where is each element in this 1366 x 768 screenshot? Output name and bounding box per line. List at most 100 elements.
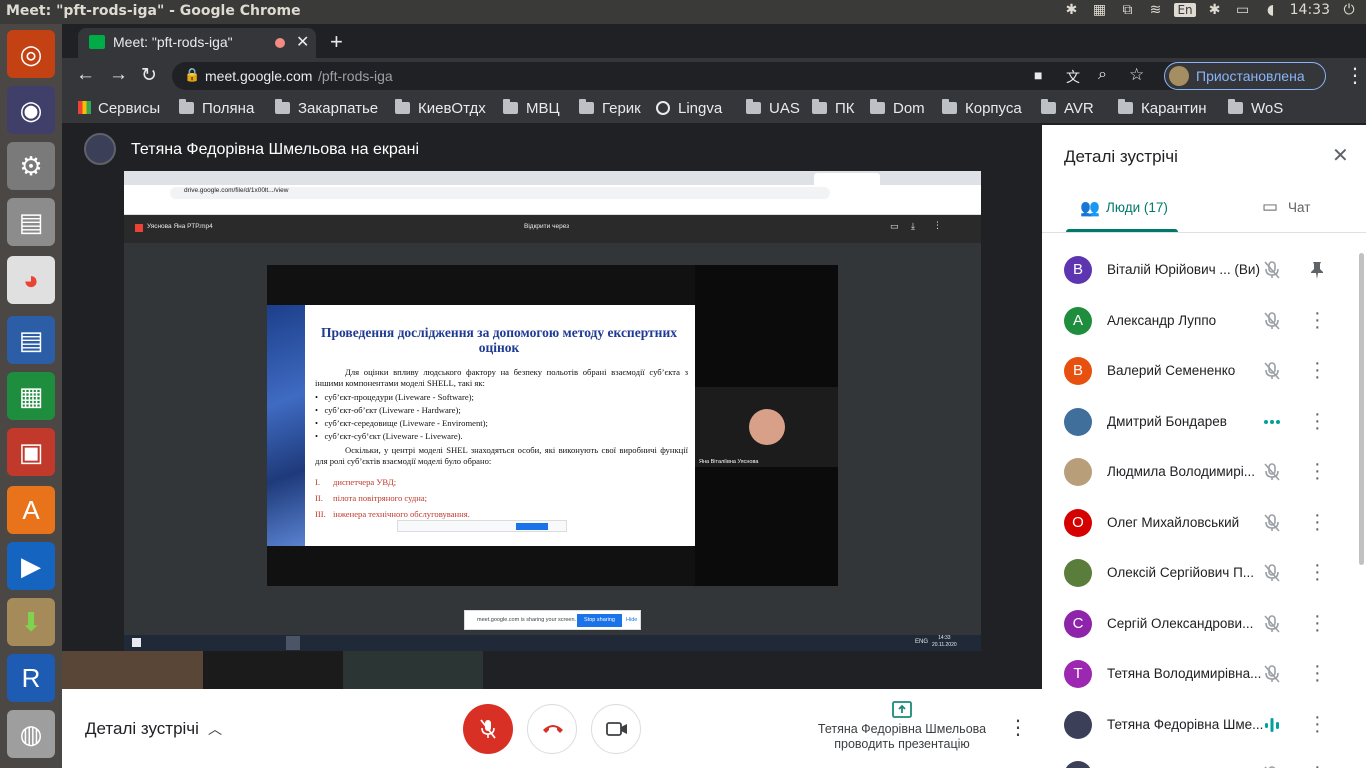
forward-icon[interactable]: → — [109, 64, 128, 86]
bookmark-item[interactable]: Dom — [870, 99, 925, 117]
keyboard-layout-indicator[interactable]: En — [1174, 3, 1196, 17]
more-icon: ⋮ — [933, 220, 942, 230]
participant-row[interactable]: В Віталій Юрійович ... (Ви) — [1064, 251, 1354, 291]
people-list-scrollbar[interactable] — [1359, 253, 1364, 565]
bookmark-item[interactable]: Lingva — [656, 100, 722, 117]
drive-viewer: Уяснова Яна РТР.mp4 Відкрити через ▭ ⤓ ⋮… — [124, 215, 981, 635]
participant-row[interactable]: Людмила Володимирі... · · · — [1064, 453, 1354, 493]
bluetooth-status-icon[interactable]: ✱ — [1206, 2, 1224, 18]
ubuntu-launcher: ◎ ◉ ⚙ ▤ ◕ ▤ ▦ ▣ A ▶ ⬇ R ◍ — [0, 24, 62, 768]
participant-more-icon[interactable]: ··· — [1314, 757, 1321, 768]
profile-button[interactable]: Приостановлена — [1164, 62, 1326, 90]
bookmark-item[interactable]: МВЦ — [503, 99, 560, 117]
presentation-status[interactable]: Тетяна Федорівна Шмельова проводить през… — [802, 697, 1002, 757]
participant-row[interactable]: С Сергій Олександрови... · · · — [1064, 605, 1354, 645]
slide-bullet-list: • суб’єкт-процедури (Liveware - Software… — [315, 391, 688, 443]
more-options-icon[interactable]: ⋮ — [1008, 715, 1028, 740]
close-panel-icon[interactable]: ✕ — [1332, 143, 1349, 168]
participant-row[interactable]: Тетяна Федорівна Шме... ··· — [1064, 706, 1354, 746]
bookmark-item[interactable]: Закарпатье — [275, 99, 378, 117]
zoom-icon[interactable]: ⌕ — [1098, 66, 1107, 84]
writer-icon[interactable]: ▤ — [7, 316, 55, 364]
microphone-toggle-button[interactable] — [463, 704, 513, 754]
power-icon[interactable]: ⏻ — [1340, 2, 1358, 18]
participant-more-icon[interactable]: ··· — [1314, 555, 1321, 589]
back-icon[interactable]: ← — [76, 64, 95, 86]
bookmark-item[interactable]: Карантин — [1118, 99, 1207, 117]
participant-row[interactable]: О Олег Михайловський · · · — [1064, 504, 1354, 544]
video-file-title: Уяснова Яна РТР.mp4 — [147, 223, 213, 230]
pin-icon[interactable] — [1310, 261, 1324, 283]
chrome-icon[interactable]: ◕ — [7, 256, 55, 304]
software-center-icon[interactable]: A — [7, 486, 55, 534]
archive-icon[interactable]: ⬇ — [7, 598, 55, 646]
bluetooth-icon[interactable]: ✱ — [1062, 2, 1080, 18]
participant-row[interactable]: А Александр Луппо · · · — [1064, 302, 1354, 342]
new-tab-icon[interactable]: + — [330, 29, 343, 55]
participant-more-icon[interactable]: ··· — [1314, 353, 1321, 387]
participant-more-icon[interactable]: ··· — [1314, 303, 1321, 337]
bookmark-item[interactable]: Корпуса — [942, 99, 1022, 117]
mic-muted-icon — [1262, 311, 1282, 331]
video-player-icon[interactable]: ▶ — [7, 542, 55, 590]
impress-icon[interactable]: ▣ — [7, 428, 55, 476]
participant-more-icon[interactable]: ··· — [1314, 707, 1321, 741]
lock-icon[interactable]: 🔒 — [184, 67, 200, 83]
participant-more-icon[interactable]: ··· — [1314, 606, 1321, 640]
camera-icon[interactable]: ■ — [1034, 67, 1042, 83]
firefox-icon[interactable]: ◉ — [7, 86, 55, 134]
tab-chat[interactable]: ▭ Чат — [1258, 187, 1348, 233]
workspaces-icon[interactable]: ▦ — [1090, 2, 1108, 18]
meeting-controls-bar: Деталі зустрічі ︿ Тетяна Федорівна Шмель… — [62, 689, 1042, 768]
r-icon[interactable]: R — [7, 654, 55, 702]
tab-meet[interactable]: Meet: "pft-rods-iga" ✕ — [78, 28, 316, 58]
bookmark-item[interactable]: Поляна — [179, 99, 254, 117]
participant-more-icon[interactable]: ··· — [1314, 656, 1321, 690]
open-with-button: Відкрити через — [524, 223, 570, 230]
clock[interactable]: 14:33 — [1290, 2, 1330, 18]
mic-muted-icon — [1262, 664, 1282, 684]
reload-icon[interactable]: ↻ — [141, 64, 157, 87]
bookmark-star-icon[interactable]: ☆ — [1129, 65, 1144, 85]
bookmark-item[interactable]: AVR — [1041, 99, 1094, 117]
volume-icon[interactable]: ◖ — [1262, 2, 1280, 18]
tab-people[interactable]: 👥 Люди (17) — [1066, 187, 1201, 233]
participant-more-icon[interactable]: ··· — [1314, 505, 1321, 539]
folder-icon — [395, 99, 410, 114]
ubuntu-home-icon[interactable]: ◎ — [7, 30, 55, 78]
slide-paragraph-1: Для оцінки впливу людського фактору на б… — [315, 367, 688, 388]
camera-toggle-button[interactable] — [591, 704, 641, 754]
participant-row[interactable]: В Валерий Семененко · · · — [1064, 352, 1354, 392]
download-icon: ⤓ — [911, 221, 915, 231]
files-icon[interactable]: ▤ — [7, 198, 55, 246]
bookmark-item[interactable]: Сервисы — [78, 100, 160, 117]
participant-row[interactable]: Олексій Сергійович П... · · · — [1064, 554, 1354, 594]
bookmark-item[interactable]: ПК — [812, 99, 855, 117]
bookmark-item[interactable]: КиевОтдх — [395, 99, 486, 117]
participant-row[interactable]: Т Тетяна Володимирівна... · · · — [1064, 655, 1354, 695]
leave-call-button[interactable] — [527, 704, 577, 754]
bookmark-item[interactable]: UAS — [746, 99, 800, 117]
windows-taskbar: ENG 14:33 20.11.2020 — [124, 635, 981, 651]
close-tab-icon[interactable]: ✕ — [296, 32, 309, 52]
wifi-icon[interactable]: ≋ — [1146, 2, 1164, 18]
bookmark-item[interactable]: Герик — [579, 99, 641, 117]
address-bar[interactable]: 🔒 meet.google.com /pft-rods-iga ■ 文 ⌕ ☆ — [172, 62, 1220, 90]
participant-row[interactable]: Дмитрий Бондарев · · · — [1064, 403, 1354, 443]
participant-row[interactable]: Тетяна Федорівна Шме... ··· — [1064, 756, 1354, 768]
meeting-details-toggle[interactable]: Деталі зустрічі ︿ — [62, 689, 242, 768]
window-switcher-icon[interactable]: ⧉ — [1118, 2, 1136, 18]
panel-tabs: 👥 Люди (17) ▭ Чат — [1042, 187, 1366, 233]
participant-more-icon[interactable]: ··· — [1314, 404, 1321, 438]
chrome-menu-icon[interactable]: ⋮ — [1345, 63, 1365, 88]
calc-icon[interactable]: ▦ — [7, 372, 55, 420]
disk-icon[interactable]: ◍ — [7, 710, 55, 758]
translate-icon[interactable]: 文 — [1066, 67, 1080, 87]
presenting-line-1: Тетяна Федорівна Шмельова — [817, 722, 987, 736]
inner-tab-strip — [124, 171, 981, 185]
settings-icon[interactable]: ⚙ — [7, 142, 55, 190]
participant-more-icon[interactable]: ··· — [1314, 454, 1321, 488]
slide-bullet: • суб’єкт-суб’єкт (Liveware - Liveware). — [315, 431, 463, 441]
bookmark-item[interactable]: WoS — [1228, 99, 1283, 117]
battery-icon[interactable]: ▭ — [1234, 2, 1252, 18]
